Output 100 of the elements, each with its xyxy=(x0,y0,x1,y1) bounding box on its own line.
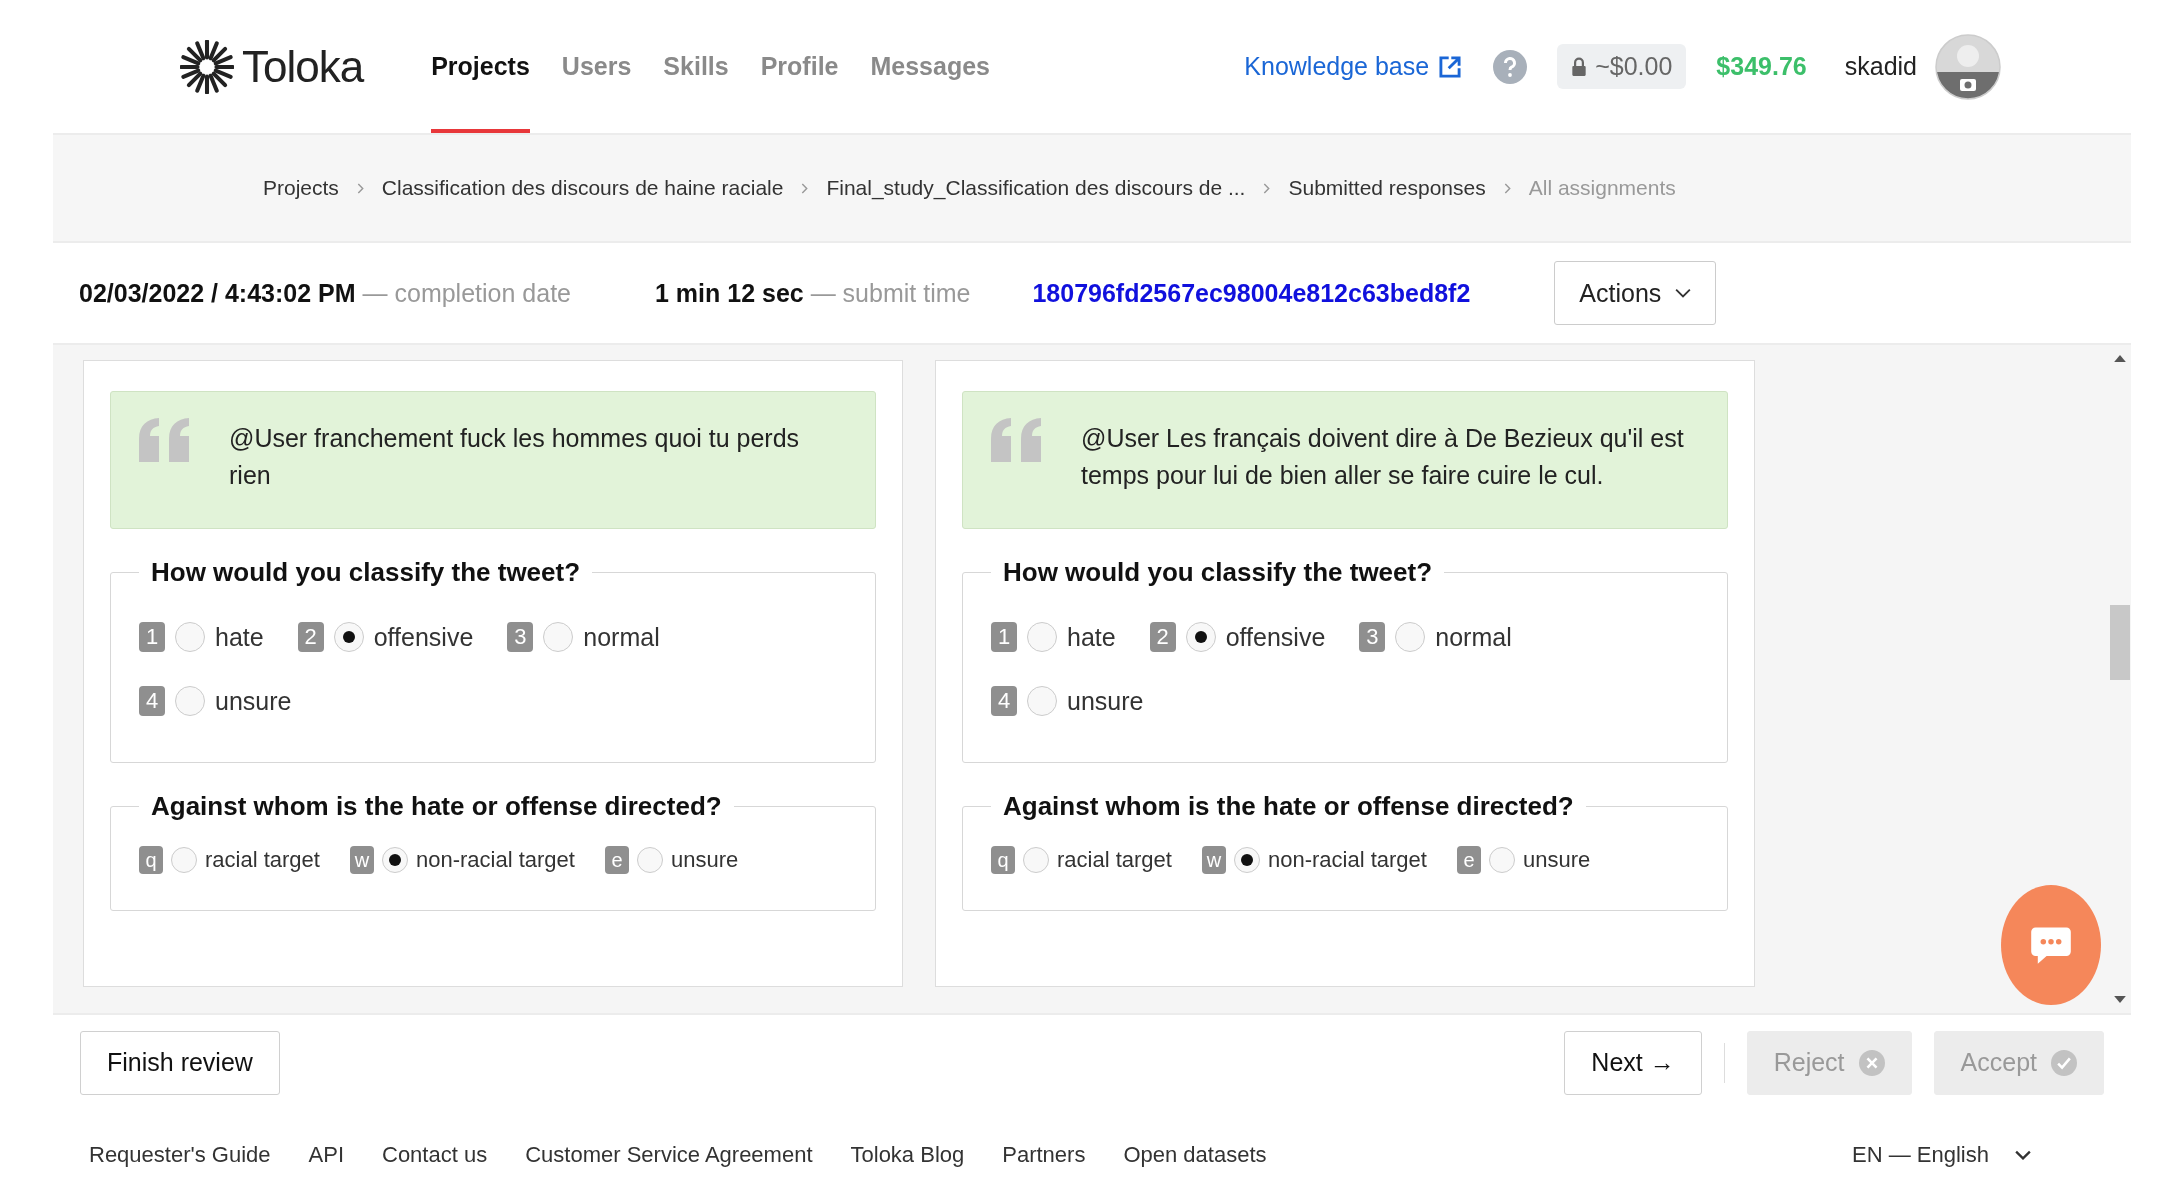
hotkey-badge: 2 xyxy=(297,622,324,652)
radio-button[interactable] xyxy=(175,686,205,716)
option-label: unsure xyxy=(215,686,292,716)
radio-option[interactable]: e unsure xyxy=(604,846,739,874)
footer-link[interactable]: API xyxy=(308,1142,344,1168)
chevron-icon xyxy=(801,182,809,194)
option-label: normal xyxy=(1435,622,1512,652)
hotkey-badge: e xyxy=(604,846,629,874)
chevron-icon xyxy=(1263,182,1271,194)
footer-link[interactable]: Partners xyxy=(1002,1142,1086,1168)
footer-link[interactable]: Contact us xyxy=(382,1142,488,1168)
tweet-text: @User Les français doivent dire à De Bezieux qu'il est temps pour lui de bien aller se faire cuire le cul. xyxy=(1081,423,1685,491)
username[interactable]: skadid xyxy=(1844,52,1917,81)
radio-option[interactable]: 4 unsure xyxy=(139,686,292,716)
option-label: non-racial target xyxy=(415,847,575,873)
tweet-text: @User franchement fuck les hommes quoi tu perds rien xyxy=(229,423,801,491)
hotkey-badge: 4 xyxy=(139,686,165,716)
option-label: hate xyxy=(215,622,264,652)
assignment-id-link[interactable]: 180796fd2567ec98004e812c63bed8f2 xyxy=(1032,278,1471,308)
external-link-icon xyxy=(1437,53,1464,80)
scrollbar-thumb[interactable] xyxy=(2110,605,2130,680)
logo-text: Toloka xyxy=(242,41,364,92)
chevron-icon xyxy=(1503,182,1511,194)
radio-option[interactable]: 3 normal xyxy=(507,622,660,652)
breadcrumb-link[interactable]: Projects xyxy=(263,176,339,200)
actions-dropdown[interactable]: Actions xyxy=(1554,261,1717,325)
hotkey-badge: w xyxy=(1201,846,1226,874)
radio-button[interactable] xyxy=(1023,847,1049,873)
hotkey-badge: e xyxy=(1456,846,1481,874)
help-icon[interactable] xyxy=(1493,49,1528,84)
chevron-down-icon xyxy=(1675,288,1692,298)
breadcrumb-link[interactable]: Final_study_Classification des discours de ... xyxy=(826,176,1246,200)
radio-button[interactable] xyxy=(636,847,663,873)
radio-button[interactable] xyxy=(171,847,197,873)
footer-link[interactable]: Requester's Guide xyxy=(89,1142,271,1168)
radio-option[interactable]: q racial target xyxy=(139,846,320,874)
question-title: How would you classify the tweet? xyxy=(1002,557,1434,588)
next-button[interactable]: Next → xyxy=(1564,1030,1702,1095)
radio-button[interactable] xyxy=(1488,847,1515,873)
submit-time: 1 min 12 sec — submit time xyxy=(655,278,971,308)
radio-button[interactable] xyxy=(1027,686,1057,716)
option-label: normal xyxy=(583,622,660,652)
radio-option[interactable]: 2 offensive xyxy=(1149,622,1326,652)
option-label: unsure xyxy=(1522,847,1591,873)
radio-button[interactable] xyxy=(1027,622,1057,652)
option-label: hate xyxy=(1067,622,1116,652)
chevron-down-icon xyxy=(2015,1150,2031,1160)
radio-option[interactable]: 2 offensive xyxy=(297,622,474,652)
hotkey-badge: q xyxy=(139,846,163,874)
language-selector[interactable]: EN — English xyxy=(1852,1142,2031,1168)
option-label: offensive xyxy=(1225,622,1326,652)
footer-link[interactable]: Toloka Blog xyxy=(850,1142,965,1168)
hotkey-badge: 4 xyxy=(991,686,1017,716)
radio-option[interactable]: w non-racial target xyxy=(349,846,575,874)
check-icon xyxy=(2051,1049,2077,1076)
radio-button[interactable] xyxy=(543,622,574,652)
option-label: racial target xyxy=(1057,847,1172,873)
hotkey-badge: 3 xyxy=(1359,622,1386,652)
option-label: non-racial target xyxy=(1267,847,1427,873)
option-label: unsure xyxy=(1067,686,1144,716)
locked-amount: ~$0.00 xyxy=(1595,52,1673,81)
radio-button[interactable] xyxy=(381,847,408,873)
chat-icon xyxy=(2029,925,2073,965)
hotkey-badge: 1 xyxy=(139,622,165,652)
footer-link[interactable]: Customer Service Agreement xyxy=(525,1142,813,1168)
hotkey-badge: w xyxy=(349,846,374,874)
radio-option[interactable]: w non-racial target xyxy=(1201,846,1427,874)
radio-button[interactable] xyxy=(1395,622,1426,652)
hotkey-badge: 3 xyxy=(507,622,534,652)
radio-button[interactable] xyxy=(1233,847,1260,873)
chevron-icon xyxy=(356,182,364,194)
finish-review-button[interactable]: Finish review xyxy=(80,1030,280,1095)
hotkey-badge: 1 xyxy=(991,622,1017,652)
radio-option[interactable]: q racial target xyxy=(991,846,1172,874)
question-title: How would you classify the tweet? xyxy=(150,557,582,588)
logo-icon xyxy=(180,39,234,94)
option-label: offensive xyxy=(373,622,474,652)
footer-link[interactable]: Open datasets xyxy=(1123,1142,1267,1168)
hotkey-badge: q xyxy=(991,846,1015,874)
scroll-up-icon[interactable] xyxy=(2114,355,2126,362)
radio-option[interactable]: 4 unsure xyxy=(991,686,1144,716)
hotkey-badge: 2 xyxy=(1149,622,1176,652)
option-label: unsure xyxy=(670,847,739,873)
option-label: racial target xyxy=(205,847,320,873)
knowledge-base-link[interactable]: Knowledge base xyxy=(1244,52,1464,81)
breadcrumb-link[interactable]: Submitted responses xyxy=(1288,176,1486,200)
completion-date: 02/03/2022 / 4:43:02 PM — completion date xyxy=(79,278,571,308)
radio-button[interactable] xyxy=(1185,622,1216,652)
scroll-down-icon[interactable] xyxy=(2114,996,2126,1003)
radio-button[interactable] xyxy=(333,622,364,652)
radio-option[interactable]: 3 normal xyxy=(1359,622,1512,652)
radio-option[interactable]: 1 hate xyxy=(991,622,1116,652)
balance: $349.76 xyxy=(1716,52,1807,81)
question-title: Against whom is the hate or offense directed? xyxy=(150,791,723,822)
radio-button[interactable] xyxy=(175,622,205,652)
question-title: Against whom is the hate or offense directed? xyxy=(1002,791,1575,822)
breadcrumb-link[interactable]: Classification des discours de haine raciale xyxy=(381,176,784,200)
radio-option[interactable]: 1 hate xyxy=(139,622,264,652)
close-icon xyxy=(1858,1049,1885,1076)
radio-option[interactable]: e unsure xyxy=(1456,846,1591,874)
